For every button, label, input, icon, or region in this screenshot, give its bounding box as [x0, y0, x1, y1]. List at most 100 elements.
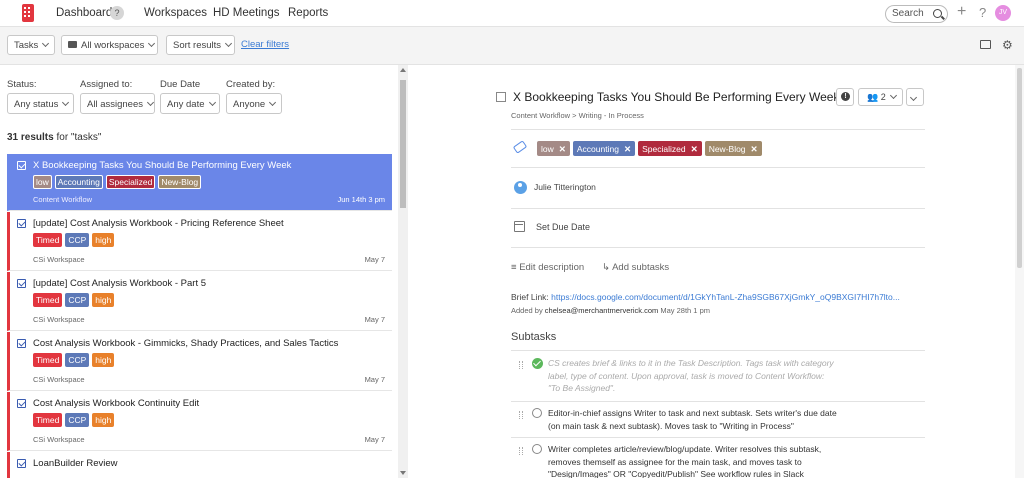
members-button[interactable]: 👥 2: [858, 88, 903, 106]
nav-reports[interactable]: Reports: [288, 7, 328, 19]
remove-tag-icon[interactable]: ✕: [624, 144, 631, 154]
task-list-item[interactable]: [update] Cost Analysis Workbook - Part 5…: [7, 272, 392, 331]
drag-handle-icon[interactable]: [519, 411, 523, 419]
task-workspace: CSi Workspace: [33, 315, 85, 324]
task-workspace: CSi Workspace: [33, 375, 85, 384]
detail-tag-specialized[interactable]: Specialized ✕: [638, 141, 702, 156]
detail-tag-low[interactable]: low ✕: [537, 141, 570, 156]
help-icon[interactable]: ?: [979, 5, 986, 20]
dashboard-help-badge[interactable]: ?: [110, 6, 124, 20]
user-avatar[interactable]: JV: [995, 5, 1011, 21]
subtask-text[interactable]: CS creates brief & links to it in the Ta…: [548, 357, 838, 395]
status-select[interactable]: Any status: [7, 93, 74, 114]
task-tags: Timed CCP high: [33, 233, 115, 247]
info-icon: !: [841, 92, 850, 101]
task-list-item[interactable]: Cost Analysis Workbook - Gimmicks, Shady…: [7, 332, 392, 391]
task-list-item[interactable]: X Bookkeeping Tasks You Should Be Perfor…: [7, 154, 392, 211]
assigned-label: Assigned to:: [80, 79, 133, 90]
scroll-down-icon[interactable]: [400, 471, 406, 475]
nav-workspaces[interactable]: Workspaces: [144, 7, 207, 19]
subtask-done-checkbox[interactable]: [532, 358, 543, 369]
nav-hd-meetings[interactable]: HD Meetings: [213, 7, 279, 19]
clear-filters-link[interactable]: Clear filters: [241, 39, 289, 50]
task-checkbox[interactable]: [17, 459, 26, 468]
assignee-select-value: All assignees: [87, 99, 143, 110]
task-title: Cost Analysis Workbook - Gimmicks, Shady…: [33, 338, 339, 349]
scroll-up-icon[interactable]: [400, 68, 406, 72]
subtask-checkbox[interactable]: [532, 408, 542, 418]
info-button[interactable]: !: [836, 88, 854, 106]
assignee-select[interactable]: All assignees: [80, 93, 155, 114]
brief-link-url[interactable]: https://docs.google.com/document/d/1GkYh…: [551, 292, 900, 302]
task-tags: low Accounting Specialized New-Blog: [33, 175, 202, 189]
assignee-name[interactable]: Julie Titterington: [534, 182, 596, 192]
task-workspace: Content Workflow: [33, 195, 93, 204]
detail-tag-new-blog[interactable]: New-Blog ✕: [704, 141, 762, 156]
added-by-row: Added by chelsea@merchantmerverick.com M…: [511, 306, 710, 315]
drag-handle-icon[interactable]: [519, 361, 523, 369]
detail-title[interactable]: X Bookkeeping Tasks You Should Be Perfor…: [513, 90, 839, 104]
detail-breadcrumb[interactable]: Content Workflow > Writing - In Process: [511, 111, 644, 120]
print-icon[interactable]: [980, 40, 991, 49]
subtasks-header: Subtasks: [511, 331, 557, 343]
task-checkbox[interactable]: [17, 219, 26, 228]
more-options-button[interactable]: [906, 88, 924, 106]
add-subtasks-icon: ↳: [602, 262, 610, 273]
app-logo-icon[interactable]: [22, 4, 34, 22]
add-subtasks-link[interactable]: ↳ Add subtasks: [602, 262, 669, 273]
chevron-down-icon: [42, 39, 50, 48]
task-checkbox[interactable]: [17, 399, 26, 408]
tag-high: high: [92, 233, 115, 247]
task-title: [update] Cost Analysis Workbook - Part 5: [33, 278, 207, 289]
task-date: May 7: [364, 315, 385, 324]
chevron-down-icon: [909, 93, 918, 102]
sort-dropdown[interactable]: Sort results: [166, 35, 235, 55]
tag-icon[interactable]: [512, 140, 528, 154]
created-by-select[interactable]: Anyone: [226, 93, 282, 114]
task-list-scroll-thumb[interactable]: [400, 80, 406, 208]
edit-description-link[interactable]: ≡ Edit description: [511, 262, 584, 273]
gear-icon[interactable]: ⚙: [1002, 38, 1013, 52]
assignee-avatar[interactable]: [514, 181, 527, 194]
search-input[interactable]: Search: [885, 5, 948, 23]
edit-description-icon: ≡: [511, 262, 517, 273]
task-list-item[interactable]: [update] Cost Analysis Workbook - Pricin…: [7, 212, 392, 271]
plus-icon[interactable]: +: [957, 3, 966, 21]
task-list-item[interactable]: LoanBuilder Review: [7, 452, 392, 478]
workspaces-dropdown[interactable]: All workspaces: [61, 35, 158, 55]
task-title: X Bookkeeping Tasks You Should Be Perfor…: [33, 160, 292, 171]
divider: [511, 401, 925, 402]
divider: [511, 350, 925, 351]
chevron-down-icon: [208, 98, 216, 107]
remove-tag-icon[interactable]: ✕: [691, 144, 698, 154]
tag-high: high: [92, 293, 115, 307]
task-title: Cost Analysis Workbook Continuity Edit: [33, 398, 200, 409]
detail-tag-accounting[interactable]: Accounting ✕: [572, 141, 636, 156]
calendar-icon[interactable]: [514, 221, 525, 232]
set-due-date[interactable]: Set Due Date: [536, 222, 590, 232]
task-checkbox[interactable]: [17, 161, 26, 170]
tasks-dropdown[interactable]: Tasks: [7, 35, 55, 55]
task-checkbox[interactable]: [17, 339, 26, 348]
detail-scroll-thumb[interactable]: [1017, 68, 1022, 268]
subtask-text[interactable]: Writer completes article/review/blog/upd…: [548, 443, 838, 478]
detail-tags: low ✕ Accounting ✕ Specialized ✕ New-Blog ✕: [537, 141, 765, 156]
tag-ccp: CCP: [65, 233, 90, 247]
tag-high: high: [92, 353, 115, 367]
task-checkbox[interactable]: [17, 279, 26, 288]
subtask-text[interactable]: Editor-in-chief assigns Writer to task a…: [548, 407, 838, 432]
due-date-select[interactable]: Any date: [160, 93, 220, 114]
detail-tag-label: Accounting: [576, 144, 619, 154]
divider: [511, 247, 925, 248]
task-list-item[interactable]: Cost Analysis Workbook Continuity Edit T…: [7, 392, 392, 451]
subtask-checkbox[interactable]: [532, 444, 542, 454]
task-date: May 7: [364, 375, 385, 384]
remove-tag-icon[interactable]: ✕: [751, 144, 758, 154]
search-icon[interactable]: [933, 9, 942, 18]
nav-dashboard[interactable]: Dashboard: [56, 7, 112, 19]
workspaces-dropdown-label: All workspaces: [81, 40, 145, 51]
remove-tag-icon[interactable]: ✕: [559, 144, 566, 154]
task-tags: Timed CCP high: [33, 353, 115, 367]
detail-complete-checkbox[interactable]: [496, 92, 506, 102]
drag-handle-icon[interactable]: [519, 447, 523, 455]
